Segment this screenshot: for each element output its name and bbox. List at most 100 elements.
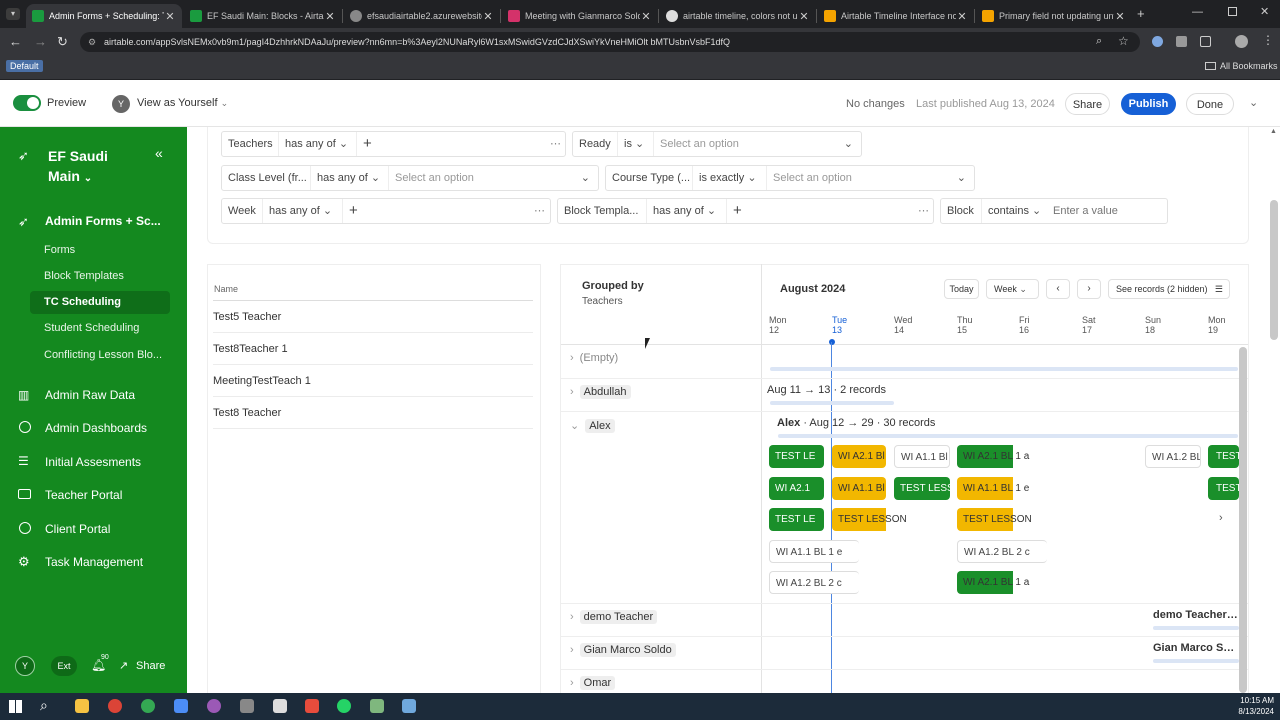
forward-icon[interactable]: →	[34, 34, 47, 49]
extension-icon[interactable]	[1176, 36, 1187, 47]
bookmark-star-icon[interactable]: ☆	[1118, 34, 1129, 48]
sidebar-item-conflicting-lesson[interactable]: Conflicting Lesson Blo...	[44, 349, 162, 361]
collapse-sidebar-icon[interactable]: «	[155, 145, 163, 161]
browser-tab-4[interactable]: airtable timeline, colors not up ✕	[660, 4, 816, 28]
browser-tab-0[interactable]: Admin Forms + Scheduling: TC ✕	[26, 4, 182, 28]
sidebar-item-admin-raw-data[interactable]: Admin Raw Data	[45, 388, 232, 402]
sidebar-item-block-templates[interactable]: Block Templates	[44, 270, 124, 282]
browser-tab-3[interactable]: Meeting with Gianmarco Soldo ✕	[502, 4, 658, 28]
site-info-icon[interactable]: ⚙	[88, 32, 96, 52]
filter-operator[interactable]: has any of ⌄	[646, 199, 724, 223]
group-alex[interactable]: ⌄ Alex	[562, 419, 615, 433]
next-week-button[interactable]: ›	[1077, 279, 1101, 299]
extension-icon[interactable]	[1152, 36, 1163, 47]
app-icon[interactable]	[273, 699, 287, 713]
ext-badge[interactable]: Ext	[51, 656, 77, 676]
see-records-button[interactable]: See records (2 hidden) ☰	[1108, 279, 1230, 299]
filter-operator[interactable]: is ⌄	[617, 132, 651, 156]
group-omar[interactable]: › Omar	[562, 676, 616, 690]
new-tab-icon[interactable]: +	[1137, 6, 1145, 21]
timeline-record[interactable]: WI A1.1 Bl	[832, 477, 886, 500]
search-icon[interactable]: ⌕	[40, 697, 48, 714]
timeline-record[interactable]: WI A2.1 BL 1 a	[957, 445, 1047, 468]
whatsapp-icon[interactable]	[337, 699, 351, 713]
more-icon[interactable]: ⋯	[544, 132, 564, 156]
close-icon[interactable]: ✕	[956, 10, 968, 23]
sidebar-item-initial-assesments[interactable]: Initial Assesments	[45, 455, 232, 469]
url-field[interactable]: ⚙ airtable.com/appSvlsNEMx0vb9m1/pagI4Dzh…	[80, 32, 1140, 52]
clock[interactable]: 10:15 AM 8/13/2024	[1238, 695, 1274, 717]
filter-operator[interactable]: is exactly ⌄	[692, 166, 766, 190]
timeline-record[interactable]: TEST LESSON	[832, 508, 912, 531]
prev-week-button[interactable]: ‹	[1046, 279, 1070, 299]
filter-value-select[interactable]: Select an option ⌄	[653, 132, 861, 156]
tab-search-icon[interactable]: ▾	[6, 8, 20, 20]
extensions-puzzle-icon[interactable]	[1200, 36, 1211, 47]
profile-avatar[interactable]	[1235, 35, 1248, 48]
timeline-record[interactable]: WI A1.2 BL 2 c	[957, 540, 1047, 563]
more-icon[interactable]: ⋯	[912, 199, 932, 223]
all-bookmarks[interactable]: All Bookmarks	[1220, 61, 1278, 71]
close-icon[interactable]: ✕	[640, 10, 652, 23]
reload-icon[interactable]: ↻	[57, 34, 68, 50]
close-icon[interactable]: ✕	[482, 10, 494, 23]
app-icon[interactable]	[305, 699, 319, 713]
timeline-record[interactable]: WI A2.1 Bl	[832, 445, 886, 468]
sidebar-item-forms[interactable]: Forms	[44, 244, 75, 256]
timeline-record[interactable]: WI A1.2 BL 2 c	[769, 571, 859, 594]
list-item[interactable]: Test8 Teacher	[213, 397, 533, 429]
timeline-scrollbar[interactable]	[1239, 347, 1247, 693]
more-icon[interactable]: ⋯	[528, 199, 548, 223]
timeline-record[interactable]: WI A1.1 Bl	[894, 445, 950, 468]
browser-tab-2[interactable]: efsaudiairtable2.azurewebsites ✕	[344, 4, 500, 28]
timeline-record[interactable]: TEST LE	[769, 445, 824, 468]
browser-tab-5[interactable]: Airtable Timeline Interface not ✕	[818, 4, 974, 28]
sidebar-item-teacher-portal[interactable]: Teacher Portal	[45, 488, 232, 502]
filter-value-select[interactable]: Select an option ⌄	[766, 166, 974, 190]
filter-value-select[interactable]: Select an option ⌄	[388, 166, 598, 190]
timeline-record[interactable]: TEST LESS	[894, 477, 950, 500]
group-empty[interactable]: › (Empty)	[562, 352, 618, 364]
close-icon[interactable]: ✕	[798, 10, 810, 23]
user-avatar[interactable]: Y	[15, 656, 35, 676]
windows-start-icon[interactable]	[9, 700, 22, 713]
sidebar-item-student-scheduling[interactable]: Student Scheduling	[44, 322, 139, 334]
filter-operator[interactable]: has any of ⌄	[262, 199, 340, 223]
sidebar-item-task-management[interactable]: Task Management	[45, 555, 232, 569]
add-value-icon[interactable]: +	[356, 132, 380, 156]
chrome-icon[interactable]	[141, 699, 155, 713]
sidebar-item-admin-dashboards[interactable]: Admin Dashboards	[45, 421, 232, 435]
app-icon[interactable]	[207, 699, 221, 713]
share-button[interactable]: Share	[1065, 93, 1110, 115]
window-close-icon[interactable]: ✕	[1260, 5, 1269, 18]
timeline-record[interactable]: TEST LESSON	[957, 508, 1037, 531]
add-value-icon[interactable]: +	[726, 199, 750, 223]
restore-icon[interactable]	[1228, 7, 1237, 16]
view-as-dropdown[interactable]: View as Yourself ⌄	[137, 97, 228, 109]
filter-operator[interactable]: has any of ⌄	[310, 166, 388, 190]
group-demo-teacher[interactable]: › demo Teacher	[562, 610, 658, 624]
list-item[interactable]: Test8Teacher 1	[213, 333, 533, 365]
base-title[interactable]: EF Saudi Main ⌄	[48, 146, 108, 189]
chevron-down-icon[interactable]: ⌄	[1249, 96, 1258, 109]
browser-tab-1[interactable]: EF Saudi Main: Blocks - Airtable ✕	[184, 4, 342, 28]
minimize-icon[interactable]: —	[1192, 6, 1203, 18]
timeline-record[interactable]: WI A1.2 BL	[1145, 445, 1201, 468]
app-icon[interactable]	[402, 699, 416, 713]
share-icon[interactable]: ↗	[119, 659, 128, 672]
timeline-record[interactable]: TEST	[1208, 477, 1239, 500]
preview-toggle[interactable]	[13, 95, 41, 111]
publish-button[interactable]: Publish	[1121, 93, 1176, 115]
list-item[interactable]: Test5 Teacher	[213, 301, 533, 333]
group-abdullah[interactable]: › Abdullah	[562, 385, 631, 399]
filter-operator[interactable]: contains ⌄	[981, 199, 1051, 223]
sidebar-item-client-portal[interactable]: Client Portal	[45, 522, 232, 536]
file-explorer-icon[interactable]	[75, 699, 89, 713]
close-icon[interactable]: ✕	[164, 10, 176, 23]
close-icon[interactable]: ✕	[1114, 10, 1126, 23]
scroll-up-icon[interactable]: ▲	[1270, 128, 1277, 135]
close-icon[interactable]: ✕	[324, 10, 336, 23]
filter-operator[interactable]: has any of ⌄	[278, 132, 354, 156]
zoom-icon[interactable]: ⌕	[1096, 35, 1102, 48]
timeline-record[interactable]: WI A1.1 BL 1 e	[769, 540, 859, 563]
